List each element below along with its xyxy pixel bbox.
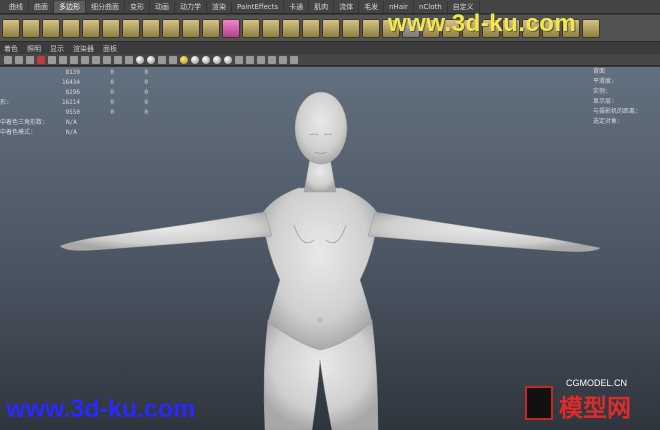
logo-site-name: CGMODEL.CN (566, 378, 628, 388)
poly-helix-icon[interactable] (182, 18, 200, 38)
shadows-icon[interactable] (191, 55, 199, 64)
shelf-tab-curves[interactable]: 曲线 (4, 1, 29, 13)
shelf-tab-subdiv[interactable]: 细分曲面 (86, 1, 125, 13)
poly-sphere-icon[interactable] (2, 18, 20, 38)
use-all-lights-icon[interactable] (180, 55, 188, 64)
shelf-tab-toon[interactable]: 卡通 (284, 1, 310, 13)
shelf-tab-surfaces[interactable]: 曲面 (29, 1, 54, 13)
smooth-shade-icon[interactable] (136, 55, 144, 64)
watermark-top: www.3d-ku.com (388, 10, 577, 37)
smooth-icon[interactable] (362, 18, 380, 38)
poly-plane-icon[interactable] (82, 18, 100, 38)
backface-culling-icon[interactable] (268, 55, 276, 64)
select-camera-icon[interactable] (4, 55, 12, 64)
poly-cone-icon[interactable] (62, 18, 80, 38)
hud-object-details: 背面 平滑度: 实例: 显示层: 与摄影机的距离: 选定对象: (593, 67, 659, 127)
hud-poly-count: 8139 0 0 16434 0 0 8296 0 0 形: 16214 0 0 (0, 68, 170, 138)
safe-title-icon[interactable] (114, 55, 122, 64)
poly-soccer-ball-icon[interactable] (202, 18, 220, 38)
hud-camera-distance: 与摄影机的距离: (593, 108, 639, 115)
wireframe-on-shaded-icon[interactable] (147, 55, 155, 64)
hud-row-shading-mode: 中着色模式: N/A (0, 129, 77, 136)
combine-icon[interactable] (242, 18, 260, 38)
shelf-tab-muscle[interactable]: 肌肉 (309, 1, 335, 13)
watermark-bottom: www.3d-ku.com (6, 395, 196, 423)
hud-selected-objects: 选定对象: (593, 118, 621, 125)
smooth-wireframe-icon[interactable] (279, 55, 287, 64)
menu-panels[interactable]: 面板 (103, 44, 117, 54)
hud-row-faces: 8296 0 0 (65, 89, 148, 96)
panel-toolbar (0, 54, 660, 66)
menu-lighting[interactable]: 照明 (27, 44, 41, 54)
hud-smoothness: 平滑度: (593, 78, 615, 85)
textured-icon[interactable] (169, 55, 177, 64)
hud-row-uvs: 9550 0 0 (65, 109, 148, 116)
isolate-select-icon[interactable] (235, 55, 243, 64)
poly-cube-icon[interactable] (22, 18, 40, 38)
poly-platonic-icon[interactable] (222, 18, 240, 38)
poly-pipe-icon[interactable] (162, 18, 180, 38)
menu-shading[interactable]: 着色 (4, 44, 18, 54)
wireframe-icon[interactable] (125, 55, 133, 64)
camera-attributes-icon[interactable] (15, 55, 23, 64)
boolean-difference-icon[interactable] (322, 18, 340, 38)
shelf-tab-painteffects[interactable]: PaintEffects (232, 1, 285, 13)
panel-menu-bar: 着色 照明 显示 渲染器 面板 (0, 43, 660, 54)
separate-icon[interactable] (262, 18, 280, 38)
shelf-tab-polygons[interactable]: 多边形 (54, 1, 86, 13)
extract-icon[interactable] (282, 18, 300, 38)
hud-backfaces: 背面 (593, 68, 606, 75)
hud-instance: 实例: (593, 88, 609, 95)
hud-display-layer: 显示层: (593, 98, 615, 105)
image-plane-icon[interactable] (37, 55, 45, 64)
xray-icon[interactable] (158, 55, 166, 64)
shelf-tab-fluids[interactable]: 流体 (334, 1, 360, 13)
shelf-tab-deformation[interactable]: 变形 (125, 1, 150, 13)
maya-window: 曲线 曲面 多边形 细分曲面 变形 动画 动力学 渲染 PaintEffects… (0, 0, 660, 430)
gate-mask-icon[interactable] (81, 55, 89, 64)
resolution-gate-icon[interactable] (70, 55, 78, 64)
poly-pyramid-icon[interactable] (142, 18, 160, 38)
shelf-tab-rendering[interactable]: 渲染 (207, 1, 232, 13)
xray-active-icon[interactable] (257, 55, 265, 64)
shelf-tab-dynamics[interactable]: 动力学 (175, 1, 207, 13)
motion-blur-icon[interactable] (224, 55, 232, 64)
boolean-union-icon[interactable] (302, 18, 320, 38)
grid-icon[interactable] (48, 55, 56, 64)
hud-row-tris: 形: 16214 0 0 (0, 99, 148, 106)
shelf-tab-fur[interactable]: 毛发 (359, 1, 385, 13)
shading-options-icon[interactable] (290, 55, 298, 64)
field-chart-icon[interactable] (92, 55, 100, 64)
poly-torus-icon[interactable] (102, 18, 120, 38)
bookmark-icon[interactable] (26, 55, 34, 64)
menu-renderer[interactable]: 渲染器 (73, 44, 94, 54)
merge-icon[interactable] (582, 18, 600, 38)
boolean-intersection-icon[interactable] (342, 18, 360, 38)
logo-emblem-icon (525, 386, 553, 420)
hud-row-edges: 16434 0 0 (61, 79, 148, 86)
menu-show[interactable]: 显示 (50, 44, 64, 54)
ambient-occlusion-icon[interactable] (213, 55, 221, 64)
shelf-tab-animation[interactable]: 动画 (150, 1, 175, 13)
hud-row-verts: 8139 0 0 (65, 69, 148, 76)
poly-cylinder-icon[interactable] (42, 18, 60, 38)
logo-chinese-name: 模型网 (559, 394, 631, 422)
poly-prism-icon[interactable] (122, 18, 140, 38)
xray-joints-icon[interactable] (246, 55, 254, 64)
film-gate-icon[interactable] (59, 55, 67, 64)
hud-row-shaded-tris: 中着色三角形数: N/A (0, 119, 77, 126)
safe-action-icon[interactable] (103, 55, 111, 64)
cgmodel-logo: CGMODEL.CN 模型网 (523, 372, 658, 427)
high-quality-icon[interactable] (202, 55, 210, 64)
